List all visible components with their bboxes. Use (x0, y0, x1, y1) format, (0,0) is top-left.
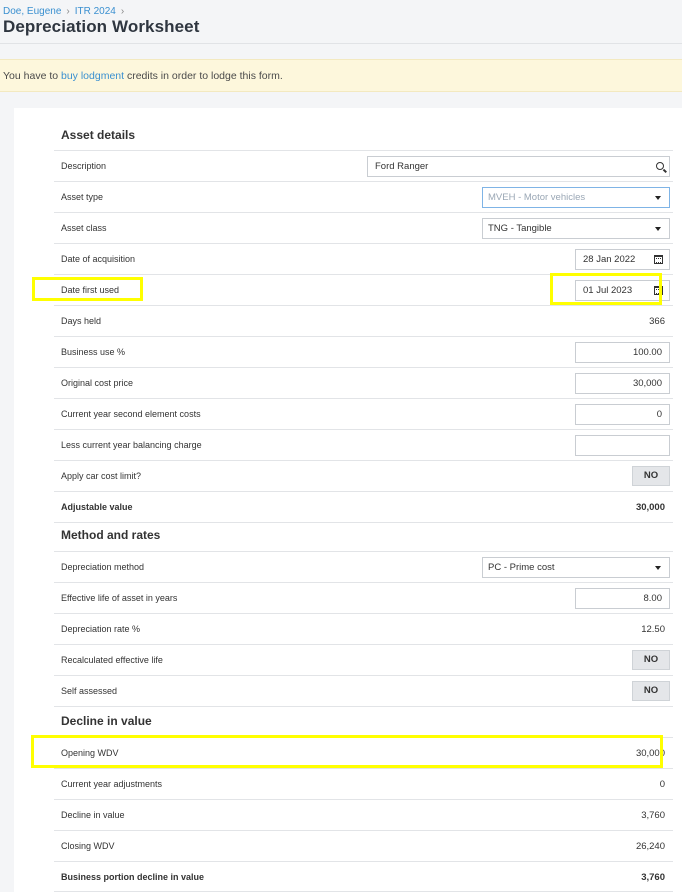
row-days-held: Days held 366 (54, 305, 673, 336)
decline-in-value-value: 3,760 (641, 810, 665, 821)
row-depreciation-method: Depreciation method PC - Prime cost (54, 551, 673, 582)
closing-wdv-label: Closing WDV (61, 841, 115, 851)
self-assessed-toggle[interactable]: NO (632, 681, 670, 701)
row-business-use: Business use % 100.00 (54, 336, 673, 367)
asset-class-select[interactable]: TNG - Tangible (482, 218, 670, 239)
effective-life-label: Effective life of asset in years (61, 593, 178, 603)
balancing-charge-input[interactable] (575, 435, 670, 456)
closing-wdv-value: 26,240 (635, 841, 665, 852)
breadcrumb-separator: › (120, 6, 125, 17)
depreciation-method-select[interactable]: PC - Prime cost (482, 557, 670, 578)
row-description: Description Ford Ranger (54, 150, 673, 181)
date-of-acquisition-value: 28 Jan 2022 (583, 254, 636, 265)
row-date-of-acquisition: Date of acquisition 28 Jan 2022 (54, 243, 673, 274)
asset-class-label: Asset class (61, 223, 107, 233)
row-decline-in-value: Decline in value 3,760 (54, 799, 673, 830)
business-portion-label: Business portion decline in value (61, 872, 205, 882)
breadcrumb-client-link[interactable]: Doe, Eugene (3, 6, 61, 17)
business-use-label: Business use % (61, 347, 126, 357)
section-title-decline-in-value: Decline in value (61, 714, 152, 728)
chevron-down-icon (655, 566, 661, 570)
buy-lodgment-link[interactable]: buy lodgment (61, 70, 124, 82)
row-effective-life: Effective life of asset in years 8.00 (54, 582, 673, 613)
breadcrumb-separator: › (66, 6, 70, 17)
date-of-acquisition-label: Date of acquisition (61, 254, 136, 264)
depreciation-method-value: PC - Prime cost (488, 562, 555, 573)
chevron-down-icon (655, 196, 661, 200)
days-held-value: 366 (649, 316, 665, 327)
highlight-date-first-used-input (550, 273, 662, 305)
current-year-adjustments-value: 0 (659, 779, 665, 790)
row-depreciation-rate: Depreciation rate % 12.50 (54, 613, 673, 644)
banner-text-prefix: You have to (3, 70, 61, 82)
current-year-adjustments-label: Current year adjustments (61, 779, 163, 789)
second-element-costs-input[interactable]: 0 (575, 404, 670, 425)
depreciation-rate-value: 12.50 (641, 624, 665, 635)
page-title: Depreciation Worksheet (3, 17, 200, 36)
car-cost-limit-label: Apply car cost limit? (61, 471, 142, 481)
asset-type-select[interactable]: MVEH - Motor vehicles (482, 187, 670, 208)
row-car-cost-limit: Apply car cost limit? NO (54, 460, 673, 491)
row-balancing-charge: Less current year balancing charge (54, 429, 673, 460)
self-assessed-label: Self assessed (61, 686, 118, 696)
chevron-down-icon (655, 227, 661, 231)
recalculated-effective-life-label: Recalculated effective life (61, 655, 163, 665)
section-title-asset-details: Asset details (61, 128, 136, 142)
worksheet-form: Asset details Description Ford Ranger As… (14, 108, 682, 892)
row-self-assessed: Self assessed NO (54, 675, 673, 706)
recalculated-effective-life-toggle[interactable]: NO (632, 650, 670, 670)
adjustable-value-label: Adjustable value (61, 502, 133, 512)
business-use-input[interactable]: 100.00 (575, 342, 670, 363)
highlight-opening-wdv-row (31, 735, 663, 768)
header-divider (0, 43, 682, 44)
row-business-portion: Business portion decline in value 3,760 (54, 861, 673, 892)
decline-in-value-label: Decline in value (61, 810, 125, 820)
section-title-method-and-rates: Method and rates (61, 528, 161, 542)
effective-life-input[interactable]: 8.00 (575, 588, 670, 609)
row-adjustable-value: Adjustable value 30,000 (54, 491, 673, 522)
original-cost-label: Original cost price (61, 378, 134, 388)
calendar-icon[interactable] (654, 255, 663, 264)
second-element-costs-label: Current year second element costs (61, 409, 201, 419)
original-cost-input[interactable]: 30,000 (575, 373, 670, 394)
lodgment-credits-banner: You have to buy lodgment credits in orde… (0, 59, 682, 92)
asset-class-value: TNG - Tangible (488, 223, 552, 234)
search-icon[interactable] (656, 162, 664, 170)
highlight-date-first-used-label (32, 277, 143, 301)
date-of-acquisition-input[interactable]: 28 Jan 2022 (575, 249, 670, 270)
asset-type-label: Asset type (61, 192, 104, 202)
row-closing-wdv: Closing WDV 26,240 (54, 830, 673, 861)
description-label: Description (61, 161, 107, 171)
row-current-year-adjustments: Current year adjustments 0 (54, 768, 673, 799)
days-held-label: Days held (61, 316, 102, 326)
balancing-charge-label: Less current year balancing charge (61, 440, 202, 450)
description-value: Ford Ranger (375, 161, 429, 172)
depreciation-rate-label: Depreciation rate % (61, 624, 141, 634)
breadcrumb: Doe, Eugene › ITR 2024 › (3, 6, 129, 17)
row-recalculated-effective-life: Recalculated effective life NO (54, 644, 673, 675)
row-asset-class: Asset class TNG - Tangible (54, 212, 673, 243)
description-input[interactable]: Ford Ranger (367, 156, 670, 177)
banner-text-suffix: credits in order to lodge this form. (124, 70, 283, 82)
row-second-element-costs: Current year second element costs 0 (54, 398, 673, 429)
breadcrumb-return-link[interactable]: ITR 2024 (75, 6, 116, 17)
row-asset-type: Asset type MVEH - Motor vehicles (54, 181, 673, 212)
depreciation-method-label: Depreciation method (61, 562, 145, 572)
business-portion-value: 3,760 (641, 872, 665, 883)
row-original-cost: Original cost price 30,000 (54, 367, 673, 398)
adjustable-value-value: 30,000 (635, 502, 665, 513)
car-cost-limit-toggle[interactable]: NO (632, 466, 670, 486)
asset-type-value: MVEH - Motor vehicles (488, 192, 586, 203)
page-header: Doe, Eugene › ITR 2024 › Depreciation Works… (0, 0, 682, 44)
